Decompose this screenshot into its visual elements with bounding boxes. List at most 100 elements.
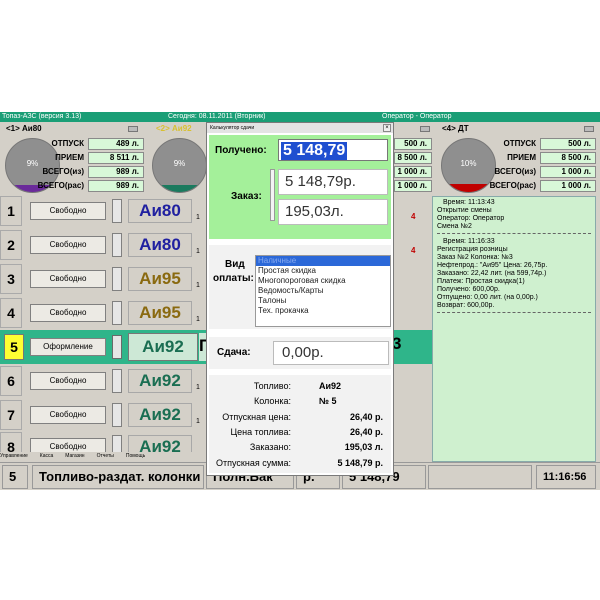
pump-fuel-label[interactable]: Аи92 (128, 369, 192, 393)
tank-title: <1> Аи80 (6, 124, 42, 133)
payment-option-simple-discount[interactable]: Простая скидка (256, 266, 390, 276)
status-text: Топливо-раздат. колонки (32, 465, 204, 489)
pump-number[interactable]: 4 (0, 298, 22, 328)
tank-row-total-in: ВСЕГО(из) 989 л. (43, 166, 144, 178)
order-count: 4 (411, 246, 416, 255)
tank-row-issue: ОТПУСК 489 л. (52, 138, 144, 150)
pump-fuel-label[interactable]: Аи95 (128, 267, 192, 291)
order-count: 4 (411, 212, 416, 221)
pump-status-button[interactable]: Свободно (30, 236, 106, 254)
event-log[interactable]: Время: 11:13:43 Открытие смены Оператор:… (432, 196, 596, 462)
received-label: Получено: (215, 145, 267, 156)
log-line: Время: 11:13:43 (443, 199, 495, 206)
pump-nozzle-indicator (112, 301, 122, 325)
log-line: Заказано: 22,42 лит. (на 599,74р.) (437, 270, 547, 277)
tank-row-total-out: 1 000 л. (394, 180, 432, 192)
pump-nozzle-indicator (112, 233, 122, 257)
pump-fuel-label[interactable]: Аи95 (128, 301, 192, 325)
tank-level-gauge: 10% (441, 138, 496, 193)
tank-2[interactable]: <2> Аи92 9% (150, 124, 207, 196)
payment-type-label-line1: Вид (225, 259, 245, 270)
pump-nozzle-indicator (112, 199, 122, 223)
dialog-titlebar[interactable]: Калькулятор сдачи × (207, 123, 393, 133)
menu-item-shop[interactable]: Магазин (65, 453, 84, 459)
log-line: Регистрация розницы (437, 246, 508, 253)
pump-status-button[interactable]: Свободно (30, 372, 106, 390)
change-section: Сдача: 0,00р. (209, 337, 391, 369)
change-calculator-dialog[interactable]: Калькулятор сдачи × Получено: 5 148,79 З… (206, 122, 394, 476)
summary-fuel: Топливо: Аи92 (253, 381, 342, 391)
pump-number[interactable]: 3 (0, 264, 22, 294)
pump-number[interactable]: 1 (0, 196, 22, 226)
pump-status-button[interactable]: Свободно (30, 304, 106, 322)
order-label: Заказ: (231, 191, 262, 202)
menu-item-reports[interactable]: Отчеты (97, 453, 114, 459)
menu-item-management[interactable]: Управление (0, 453, 28, 459)
pump-fuel-label[interactable]: Аи80 (128, 199, 192, 223)
pump-number[interactable]: 2 (0, 230, 22, 260)
menu-item-help[interactable]: Помощь (126, 453, 145, 459)
pump-fuel-label[interactable]: Аи92 (128, 333, 198, 361)
log-line: Нефтепрод.: "Аи95" Цена: 26,75р. (437, 262, 548, 269)
pump-number[interactable]: 7 (0, 400, 22, 430)
log-line: Время: 11:16:33 (443, 238, 495, 245)
pump-row-6[interactable]: 6 Свободно Аи92 1 (0, 366, 208, 396)
tank-3[interactable]: 500 л. 8 500 л. 1 000 л. 1 000 л. (394, 124, 434, 196)
payment-option-coupons[interactable]: Талоны (256, 296, 390, 306)
pump-row-7[interactable]: 7 Свободно Аи92 1 (0, 400, 208, 430)
main-titlebar: Топаз-АЗС (версия 3.13) Сегодня: 08.11.2… (0, 112, 600, 122)
change-label: Сдача: (217, 347, 251, 358)
tank-level-gauge: 9% (152, 138, 207, 193)
pump-row-2[interactable]: 2 Свободно Аи80 1 (0, 230, 208, 260)
payment-amounts-panel: Получено: 5 148,79 Заказ: 5 148,79р. 195… (209, 135, 391, 239)
pump-status-button[interactable]: Свободно (30, 202, 106, 220)
pump-row-3[interactable]: 3 Свободно Аи95 1 (0, 264, 208, 294)
pump-number[interactable]: 8 (0, 432, 22, 452)
tank-1[interactable]: <1> Аи80 9% ОТПУСК 489 л. ПРИЕМ 8 511 л. В… (0, 124, 148, 196)
tank-level-fill (153, 184, 206, 192)
close-icon[interactable]: × (383, 124, 391, 132)
pump-number[interactable]: 5 (4, 334, 24, 360)
summary-fuel-price: Цена топлива: 26,40 р. (230, 427, 383, 437)
pump-status-button[interactable]: Свободно (30, 406, 106, 424)
log-separator (437, 233, 591, 234)
pump-row-8[interactable]: 8 Свободно Аи92 (0, 432, 208, 452)
summary-pump: Колонка: № 5 (253, 396, 337, 406)
log-line: Отпущено: 0,00 лит. (на 0,00р.) (437, 294, 538, 301)
status-empty-panel (428, 465, 532, 489)
pump-status-button[interactable]: Свободно (30, 438, 106, 452)
status-clock: 11:16:56 (536, 465, 596, 489)
payment-type-list[interactable]: Наличные Простая скидка Многопороговая с… (255, 255, 391, 327)
payment-option-multi-threshold-discount[interactable]: Многопороговая скидка (256, 276, 390, 286)
pump-fuel-label[interactable]: Аи92 (128, 435, 192, 452)
summary-sale-total: Отпускная сумма: 5 148,79 р. (216, 458, 383, 468)
tank-row-receive: 8 500 л. (394, 152, 432, 164)
received-amount-input[interactable]: 5 148,79 (278, 139, 388, 161)
pump-fuel-label[interactable]: Аи92 (128, 403, 192, 427)
order-liters-field: 195,03л. (278, 199, 388, 225)
tank-row-total-in: 1 000 л. (394, 166, 432, 178)
pump-nozzle-indicator (112, 267, 122, 291)
pump-number[interactable]: 6 (0, 366, 22, 396)
payment-option-cash[interactable]: Наличные (256, 256, 390, 266)
pump-row-1[interactable]: 1 Свободно Аи80 1 (0, 196, 208, 226)
payment-type-section: Вид оплаты: Наличные Простая скидка Мног… (209, 245, 391, 329)
app-title: Топаз-АЗС (версия 3.13) (2, 113, 82, 120)
order-bracket (270, 169, 275, 221)
tank-4[interactable]: <4> ДТ 10% ОТПУСК 500 л. ПРИЕМ 8 500 л. ВС… (436, 124, 600, 196)
payment-option-tech-pumping[interactable]: Тех. прокачка (256, 306, 390, 316)
tank-row-total-out: ВСЕГО(рас) 989 л. (38, 180, 144, 192)
pump-fuel-label[interactable]: Аи80 (128, 233, 192, 257)
pump-status-button[interactable]: Оформление (30, 338, 106, 356)
pump-row-4[interactable]: 4 Свободно Аи95 1 (0, 298, 208, 328)
menu-item-cash[interactable]: Касса (40, 453, 53, 459)
payment-option-statement-cards[interactable]: Ведомость/Карты (256, 286, 390, 296)
tank-percent: 9% (173, 159, 186, 168)
tank-row-total-in: ВСЕГО(из) 1 000 л. (495, 166, 596, 178)
log-line: Оператор: Оператор (437, 215, 505, 222)
log-line: Смена №2 (437, 223, 472, 230)
pump-status-button[interactable]: Свободно (30, 270, 106, 288)
tank-title: <4> ДТ (442, 124, 469, 133)
tank-level-fill (442, 183, 495, 192)
pump-nozzle-number: 1 (196, 248, 200, 255)
